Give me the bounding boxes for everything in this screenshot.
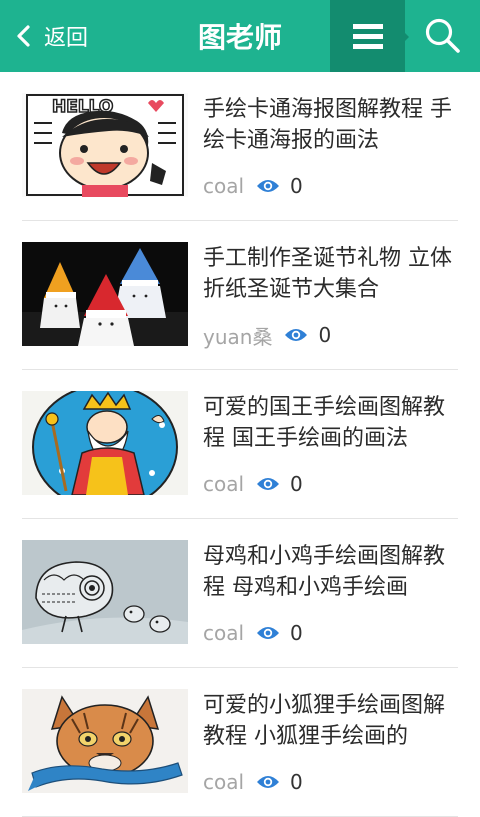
- article-author: coal: [203, 174, 245, 198]
- back-label: 返回: [44, 26, 89, 51]
- article-author: yuan桑: [203, 324, 273, 349]
- view-count: 0: [290, 770, 303, 794]
- fox-drawing-image: [22, 689, 188, 793]
- article-title: 可爱的小狐狸手绘画图解教程 小狐狸手绘画的: [203, 693, 446, 749]
- list-item[interactable]: 可爱的国王手绘画图解教程 国王手绘画的画法 coal 0: [22, 370, 458, 519]
- eye-icon: [257, 478, 280, 490]
- article-thumbnail: [22, 391, 188, 495]
- article-meta: coal 0: [203, 471, 303, 497]
- eye-icon: [257, 180, 280, 192]
- article-thumbnail: HELLO: [22, 93, 188, 197]
- hello-cartoon-image: HELLO: [22, 93, 188, 197]
- menu-button[interactable]: [330, 0, 409, 72]
- menu-icon: [352, 24, 383, 49]
- list-item[interactable]: HELLO 手绘卡通海报图解教程 手绘卡通海报的画法 coal 0: [22, 72, 458, 221]
- view-count: 0: [290, 472, 303, 496]
- article-title: 可爱的国王手绘画图解教程 国王手绘画的画法: [203, 395, 446, 451]
- hen-chicks-image: [22, 540, 188, 644]
- top-bar: 返回 图老师: [0, 0, 480, 72]
- article-author: coal: [203, 621, 245, 645]
- eye-icon: [285, 329, 308, 341]
- page-title: 图老师: [197, 21, 282, 54]
- article-title: 母鸡和小鸡手绘画图解教程 母鸡和小鸡手绘画: [203, 544, 446, 600]
- eye-icon: [257, 776, 280, 788]
- search-button[interactable]: [405, 0, 480, 72]
- list-item[interactable]: 手工制作圣诞节礼物 立体折纸圣诞节大集合 yuan桑 0: [22, 221, 458, 370]
- list-item[interactable]: 母鸡和小鸡手绘画图解教程 母鸡和小鸡手绘画 coal 0: [22, 519, 458, 668]
- article-meta: yuan桑 0: [203, 322, 332, 349]
- view-count: 0: [290, 621, 303, 645]
- article-thumbnail: [22, 689, 188, 793]
- article-thumbnail: [22, 242, 188, 346]
- chevron-left-icon: [17, 25, 30, 47]
- view-count: 0: [318, 323, 332, 347]
- article-meta: coal 0: [203, 173, 303, 199]
- article-author: coal: [203, 472, 245, 496]
- back-button[interactable]: 返回: [0, 0, 110, 72]
- search-icon: [425, 18, 460, 53]
- eye-icon: [257, 627, 280, 639]
- king-drawing-image: [22, 391, 188, 495]
- article-author: coal: [203, 770, 245, 794]
- origami-santa-image: [22, 242, 188, 346]
- article-meta: coal 0: [203, 769, 303, 795]
- article-meta: coal 0: [203, 620, 303, 646]
- view-count: 0: [290, 174, 303, 198]
- article-title: 手工制作圣诞节礼物 立体折纸圣诞节大集合: [203, 246, 452, 302]
- list-item[interactable]: 可爱的小狐狸手绘画图解教程 小狐狸手绘画的 coal 0: [22, 668, 458, 817]
- article-title: 手绘卡通海报图解教程 手绘卡通海报的画法: [203, 97, 452, 153]
- article-thumbnail: [22, 540, 188, 644]
